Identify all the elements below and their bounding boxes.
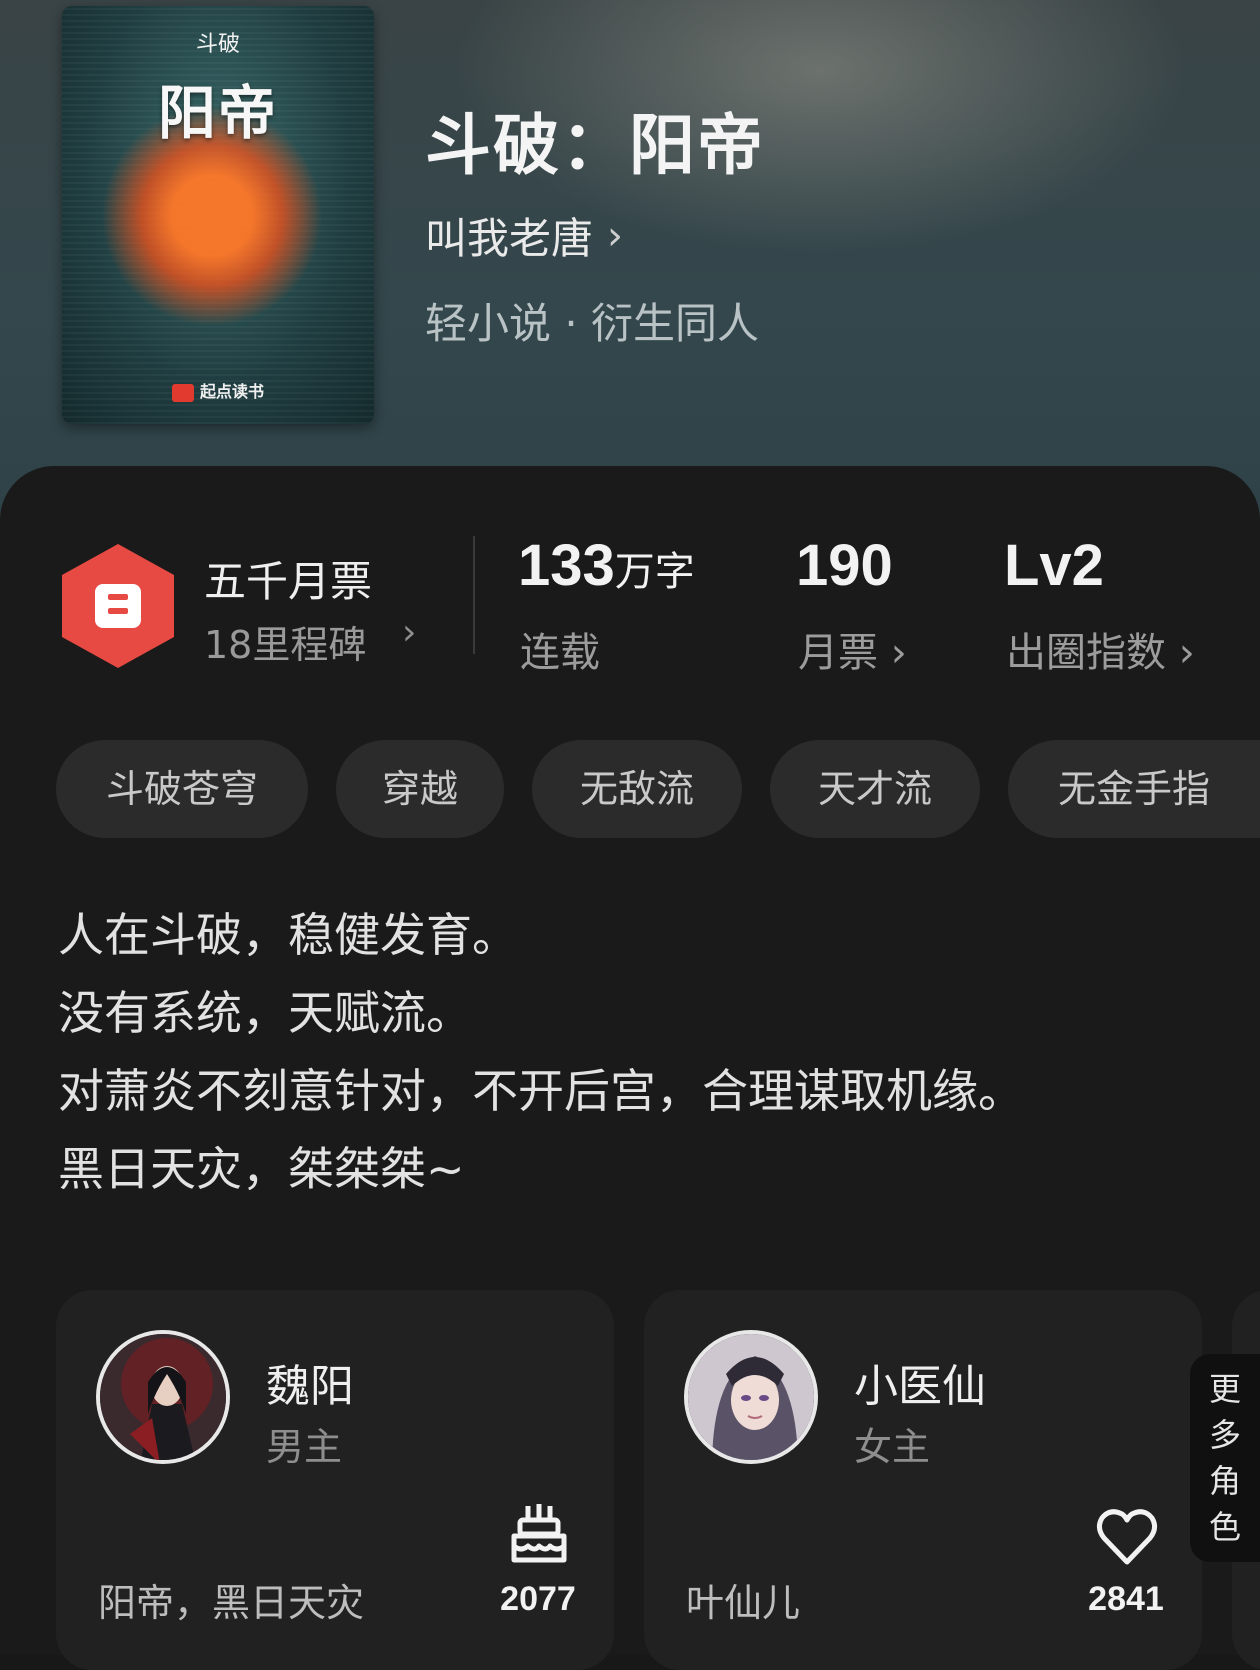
- word-count-value: 133: [518, 533, 615, 598]
- description-line: 对萧炎不刻意针对，不开后宫，合理谋取机缘。: [58, 1064, 1024, 1118]
- character-card[interactable]: 魏阳 男主 阳帝，黑日天灾 2077: [56, 1290, 614, 1670]
- more-characters-char: 多: [1208, 1416, 1241, 1454]
- word-count: 133万字: [518, 532, 695, 599]
- character-tagline: 阳帝，黑日天灾: [98, 1581, 365, 1625]
- tag-chip[interactable]: 穿越: [336, 740, 504, 838]
- description-line: 没有系统，天赋流。: [58, 986, 472, 1040]
- character-role: 男主: [266, 1425, 343, 1469]
- description-line: 人在斗破，稳健发育。: [58, 908, 518, 962]
- book-cover[interactable]: 斗破 阳帝 起点读书: [62, 6, 374, 424]
- cover-series-text: 斗破: [195, 32, 240, 57]
- tag-chip[interactable]: 天才流: [770, 740, 980, 838]
- character-role: 女主: [854, 1425, 931, 1469]
- more-characters-char: 角: [1208, 1462, 1241, 1500]
- popularity-level[interactable]: Lv2: [1004, 532, 1104, 599]
- heart-icon[interactable]: [1092, 1502, 1162, 1572]
- avatar: [684, 1330, 818, 1464]
- cover-publisher-text: 起点读书: [199, 382, 264, 401]
- publisher-logo-icon: [171, 383, 194, 402]
- author-link[interactable]: 叫我老唐 ›: [425, 205, 623, 266]
- book-title: 斗破：阳帝: [425, 106, 765, 184]
- cake-icon[interactable]: [504, 1498, 574, 1568]
- word-count-unit: 万字: [614, 550, 695, 594]
- book-category: 轻小说 · 衍生同人: [425, 299, 760, 348]
- milestone-title[interactable]: 五千月票: [204, 548, 372, 609]
- serial-status: 连载: [520, 630, 600, 676]
- cake-count: 2077: [500, 1580, 576, 1618]
- more-characters-button[interactable]: 更 多 角 色: [1190, 1354, 1260, 1562]
- heart-count: 2841: [1088, 1580, 1164, 1618]
- character-tagline: 叶仙儿: [686, 1581, 801, 1625]
- cover-publisher: 起点读书: [62, 378, 374, 402]
- tag-list: 斗破苍穹 穿越 无敌流 天才流 无金手指: [56, 740, 1260, 838]
- milestone-subtitle[interactable]: 18里程碑: [204, 614, 366, 669]
- monthly-ticket-link[interactable]: 月票 ›: [798, 620, 907, 678]
- character-name: 小医仙: [854, 1361, 986, 1412]
- character-card[interactable]: 小医仙 女主 叶仙儿 2841: [644, 1290, 1202, 1670]
- author-name: 叫我老唐: [425, 214, 594, 263]
- description-line: 黑日天灾，桀桀桀~: [58, 1142, 465, 1196]
- cover-title-text: 阳帝: [157, 79, 278, 147]
- tag-chip[interactable]: 无敌流: [532, 740, 742, 838]
- character-name: 魏阳: [266, 1361, 354, 1412]
- tag-chip[interactable]: 无金手指: [1008, 740, 1260, 838]
- chevron-right-icon[interactable]: ›: [402, 612, 416, 653]
- chevron-right-icon: ›: [607, 212, 624, 259]
- avatar: [96, 1330, 230, 1464]
- popularity-index-link[interactable]: 出圈指数 ›: [1006, 620, 1195, 678]
- book-description[interactable]: 人在斗破，稳健发育。 没有系统，天赋流。 对萧炎不刻意针对，不开后宫，合理谋取机…: [58, 896, 1024, 1208]
- more-characters-char: 色: [1208, 1508, 1241, 1546]
- stats-divider: [473, 536, 475, 654]
- more-characters-char: 更: [1208, 1370, 1241, 1408]
- monthly-ticket-count[interactable]: 190: [796, 532, 893, 599]
- tag-chip[interactable]: 斗破苍穹: [56, 740, 308, 838]
